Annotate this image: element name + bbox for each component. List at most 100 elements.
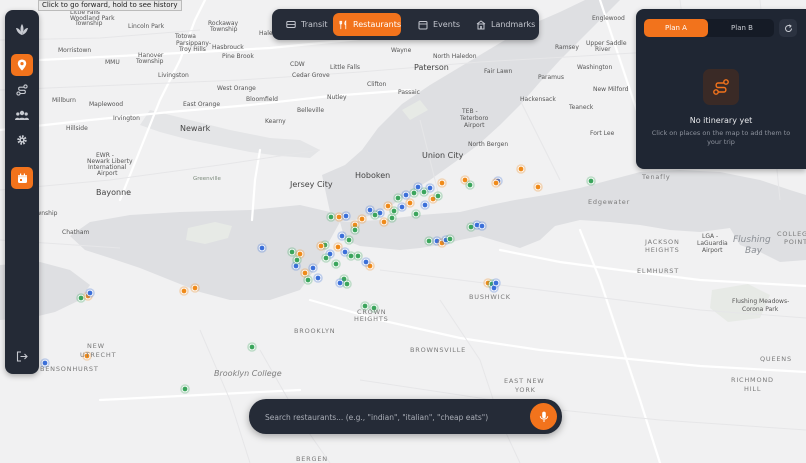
empty-itinerary-subtitle: Click on places on the map to add them t… — [651, 129, 791, 146]
restaurant-marker[interactable] — [335, 213, 343, 221]
restaurant-marker[interactable] — [492, 279, 500, 287]
fork-knife-icon — [339, 19, 347, 29]
restaurant-marker[interactable] — [587, 177, 595, 185]
restaurant-marker[interactable] — [534, 183, 542, 191]
restaurant-marker[interactable] — [332, 260, 340, 268]
restaurant-marker[interactable] — [390, 207, 398, 215]
restaurant-marker[interactable] — [338, 232, 346, 240]
label-belleville: Belleville — [297, 107, 325, 114]
tab-events[interactable]: Events — [414, 13, 474, 36]
restaurant-marker[interactable] — [466, 181, 474, 189]
restaurant-marker[interactable] — [358, 215, 366, 223]
logout-icon[interactable] — [11, 345, 33, 367]
restaurant-marker[interactable] — [362, 258, 370, 266]
label-teb: TEB - — [462, 108, 478, 115]
restaurant-marker[interactable] — [410, 189, 418, 197]
tab-landmarks[interactable]: Landmarks — [472, 13, 538, 36]
restaurant-marker[interactable] — [314, 274, 322, 282]
restaurant-marker[interactable] — [77, 294, 85, 302]
restaurant-marker[interactable] — [406, 199, 414, 207]
restaurant-markers[interactable] — [40, 164, 596, 394]
label-livingston: Livingston — [158, 72, 189, 79]
label-bushwick: BUSHWICK — [469, 293, 511, 301]
label-hill: HILL — [744, 385, 762, 393]
restaurant-marker[interactable] — [181, 385, 189, 393]
label-brownsville: BROWNSVILLE — [410, 346, 467, 354]
restaurant-marker[interactable] — [492, 179, 500, 187]
restaurant-marker[interactable] — [517, 165, 525, 173]
restaurant-marker[interactable] — [304, 276, 312, 284]
users-icon[interactable] — [11, 104, 33, 126]
restaurant-marker[interactable] — [343, 280, 351, 288]
restaurant-marker[interactable] — [191, 284, 199, 292]
restaurant-marker[interactable] — [347, 252, 355, 260]
label-totowa: Totowa — [175, 33, 196, 40]
restaurant-marker[interactable] — [434, 192, 442, 200]
label-hasbrouck: Hasbrouck — [212, 44, 244, 51]
lotus-icon[interactable] — [11, 19, 33, 41]
restaurant-marker[interactable] — [334, 243, 342, 251]
gear-icon[interactable] — [11, 129, 33, 151]
refresh-icon[interactable] — [779, 19, 797, 37]
tab-events-label: Events — [433, 20, 461, 29]
restaurant-marker[interactable] — [398, 203, 406, 211]
label-union-city: Union City — [422, 151, 464, 160]
label-queens: QUEENS — [760, 355, 792, 363]
restaurant-marker[interactable] — [438, 179, 446, 187]
route-icon[interactable] — [11, 79, 33, 101]
restaurant-marker[interactable] — [180, 287, 188, 295]
restaurant-marker[interactable] — [388, 214, 396, 222]
label-east-orange: East Orange — [183, 101, 221, 108]
restaurant-marker[interactable] — [301, 269, 309, 277]
label-fort-lee: Fort Lee — [590, 130, 615, 137]
label-jackson-heights: HEIGHTS — [645, 246, 680, 254]
restaurant-marker[interactable] — [336, 279, 344, 287]
plan-b-tab[interactable]: Plan B — [710, 19, 774, 37]
restaurant-marker[interactable] — [384, 202, 392, 210]
restaurant-marker[interactable] — [380, 218, 388, 226]
restaurant-marker[interactable] — [351, 226, 359, 234]
label-teb-airport: Airport — [464, 122, 485, 129]
label-paramus: Paramus — [538, 74, 564, 81]
label-tenafly: Tenafly — [642, 173, 671, 181]
plan-tabs: Plan A Plan B — [644, 19, 774, 37]
restaurant-marker[interactable] — [327, 213, 335, 221]
restaurant-marker[interactable] — [421, 201, 429, 209]
restaurant-marker[interactable] — [425, 237, 433, 245]
restaurant-marker[interactable] — [293, 256, 301, 264]
label-newark: Newark — [180, 124, 211, 133]
restaurant-marker[interactable] — [354, 252, 362, 260]
label-crown-heights: HEIGHTS — [354, 315, 389, 323]
restaurant-marker[interactable] — [345, 236, 353, 244]
restaurant-marker[interactable] — [309, 264, 317, 272]
label-jersey-city: Jersey City — [290, 180, 333, 189]
map-pin-icon[interactable] — [11, 54, 33, 76]
restaurant-marker[interactable] — [366, 206, 374, 214]
search-input[interactable] — [263, 408, 523, 426]
restaurant-marker[interactable] — [248, 343, 256, 351]
label-point: POINT — [784, 238, 806, 246]
restaurant-marker[interactable] — [446, 235, 454, 243]
restaurant-marker[interactable] — [322, 254, 330, 262]
restaurant-marker[interactable] — [86, 289, 94, 297]
label-new-milford: New Milford — [593, 86, 629, 93]
calendar-icon[interactable] — [11, 167, 33, 189]
search-bar — [249, 399, 562, 434]
microphone-icon[interactable] — [530, 403, 557, 430]
restaurant-marker[interactable] — [412, 210, 420, 218]
restaurant-marker[interactable] — [478, 222, 486, 230]
route-icon — [703, 69, 739, 105]
restaurant-marker[interactable] — [288, 248, 296, 256]
plan-a-tab[interactable]: Plan A — [644, 19, 708, 37]
restaurant-marker[interactable] — [258, 244, 266, 252]
label-bloomfield: Bloomfield — [246, 96, 278, 103]
train-icon — [286, 21, 296, 28]
restaurant-marker[interactable] — [420, 188, 428, 196]
restaurant-marker[interactable] — [402, 191, 410, 199]
label-ewr-airport: Airport — [97, 170, 118, 177]
tab-restaurants[interactable]: Restaurants — [333, 13, 401, 36]
restaurant-marker[interactable] — [317, 242, 325, 250]
label-bergen: BERGEN — [296, 455, 328, 463]
restaurant-marker[interactable] — [342, 212, 350, 220]
restaurant-marker[interactable] — [394, 194, 402, 202]
